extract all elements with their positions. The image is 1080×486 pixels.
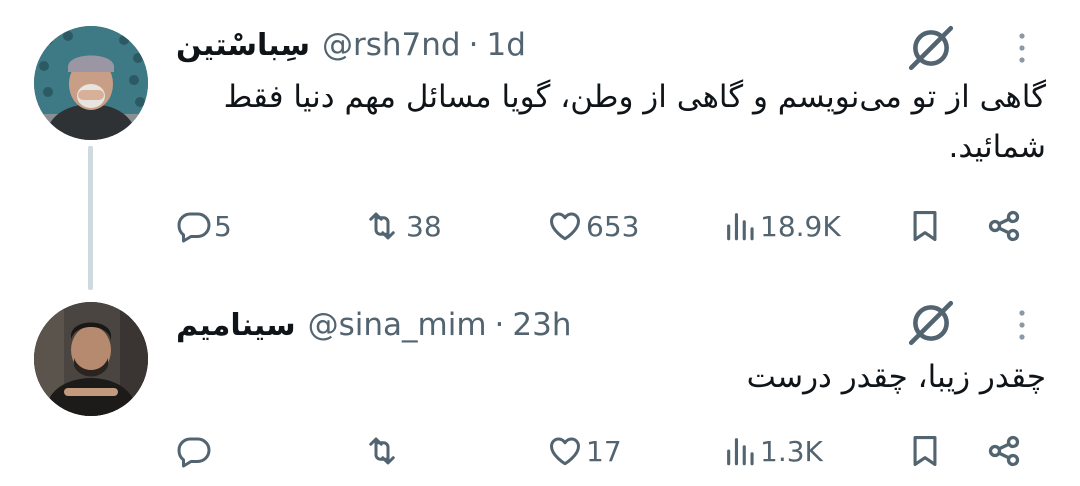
user-handle: @rsh7nd · 1d	[322, 27, 526, 63]
bookmark-button[interactable]	[908, 426, 942, 476]
like-button[interactable]: 17	[546, 426, 622, 476]
views-button[interactable]: 1.3K	[722, 426, 823, 476]
share-icon	[986, 208, 1022, 244]
user-handle: @sina_mim · 23h	[308, 307, 572, 343]
reply-button[interactable]: 5	[176, 201, 232, 251]
more-vertical-icon[interactable]	[1010, 305, 1034, 345]
tweet-time[interactable]: 1d	[486, 27, 525, 63]
bookmark-button[interactable]	[908, 201, 942, 251]
reply-icon	[176, 208, 212, 244]
views-icon	[722, 434, 758, 468]
heart-icon	[546, 208, 584, 244]
handle-text[interactable]: @rsh7nd	[322, 27, 461, 63]
reply-icon	[176, 433, 212, 469]
grok-icon[interactable]	[906, 23, 956, 73]
heart-icon	[546, 433, 584, 469]
bookmark-icon	[908, 433, 942, 469]
separator-dot: ·	[468, 27, 479, 63]
retweet-icon	[360, 208, 404, 244]
retweet-button[interactable]: 38	[360, 201, 442, 251]
tweet-1-header: سِباسْتین @rsh7nd · 1d	[176, 23, 526, 67]
tweet-2-header: سینامیم @sina_mim · 23h	[176, 303, 571, 347]
display-name[interactable]: سینامیم	[176, 308, 296, 343]
share-icon	[986, 433, 1022, 469]
tweet-2-text: چقدر زیبا، چقدر درست	[746, 359, 1046, 395]
views-button[interactable]: 18.9K	[722, 201, 841, 251]
thread-connector-line	[88, 146, 93, 290]
tweet-2-actions: 17 1.3K	[176, 426, 1056, 476]
views-count: 18.9K	[760, 209, 841, 243]
like-count: 653	[586, 209, 640, 243]
avatar-sina-mim[interactable]	[34, 302, 148, 416]
retweet-count: 38	[406, 209, 442, 243]
more-vertical-icon[interactable]	[1010, 28, 1034, 68]
display-name[interactable]: سِباسْتین	[176, 28, 310, 63]
share-button[interactable]	[986, 201, 1022, 251]
grok-icon[interactable]	[906, 298, 956, 348]
separator-dot: ·	[494, 307, 505, 343]
like-button[interactable]: 653	[546, 201, 639, 251]
reply-button[interactable]	[176, 426, 214, 476]
tweet-1-actions: 5 38 653 18.9K	[176, 201, 1056, 251]
avatar-rsh7nd[interactable]	[34, 26, 148, 140]
tweet-time[interactable]: 23h	[512, 307, 571, 343]
bookmark-icon	[908, 208, 942, 244]
handle-text[interactable]: @sina_mim	[308, 307, 487, 343]
views-count: 1.3K	[760, 434, 823, 468]
tweet-1-text: گاهی از تو می‌نویسم و گاهی از وطن، گویا …	[223, 79, 1046, 165]
retweet-icon	[360, 433, 404, 469]
views-icon	[722, 209, 758, 243]
reply-count: 5	[214, 209, 232, 243]
retweet-button[interactable]	[360, 426, 406, 476]
share-button[interactable]	[986, 426, 1022, 476]
like-count: 17	[586, 434, 622, 468]
